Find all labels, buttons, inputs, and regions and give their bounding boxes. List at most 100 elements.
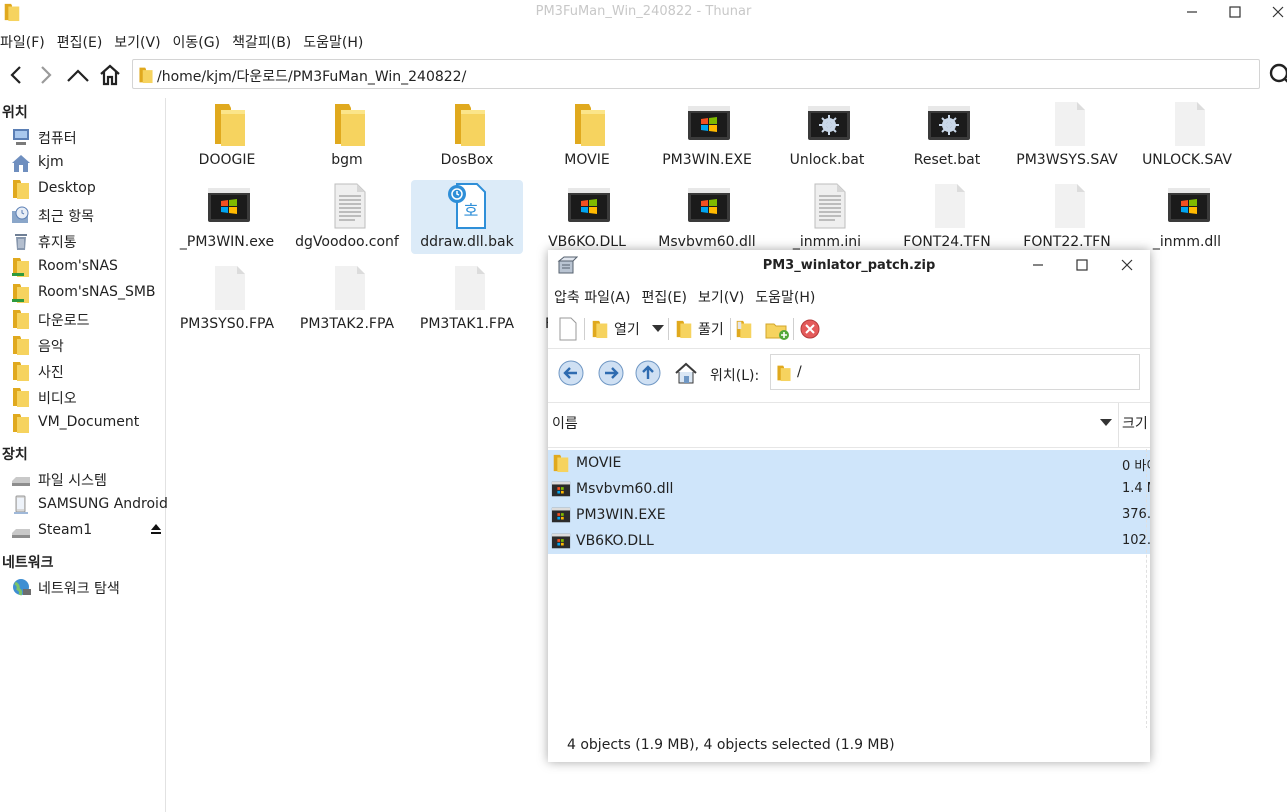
menu-edit[interactable]: 편집(E) — [57, 30, 109, 54]
archive-menu-view[interactable]: 보기(V) — [698, 287, 744, 307]
menu-go[interactable]: 이동(G) — [173, 30, 227, 54]
new-archive-button[interactable] — [558, 316, 578, 342]
file-item[interactable]: UNLOCK.SAV — [1131, 98, 1243, 172]
extract-button[interactable]: 풀기 — [674, 316, 724, 342]
folder-icon — [207, 100, 251, 148]
file-item[interactable]: _inmm.ini — [771, 180, 883, 254]
table-row[interactable]: MOVIE 0 바이트 — [548, 450, 1150, 476]
sidebar-item-roomsnas-smb[interactable]: Room'sNAS_SMB — [8, 281, 166, 305]
sidebar-item-videos[interactable]: 비디오 — [8, 385, 166, 409]
file-item[interactable]: PM3SYS0.FPA — [171, 262, 283, 336]
close-button[interactable] — [1264, 2, 1287, 22]
sidebar-item-music[interactable]: 음악 — [8, 333, 166, 357]
file-item[interactable]: FONT24.TFN — [891, 180, 1003, 254]
back-button[interactable] — [3, 62, 29, 88]
table-row[interactable]: Msvbvm60.dll 1.4 MB — [548, 476, 1150, 502]
folder-icon — [10, 309, 32, 329]
eject-icon[interactable] — [149, 522, 163, 536]
sidebar-item-downloads[interactable]: 다운로드 — [8, 307, 166, 331]
row-name: PM3WIN.EXE — [576, 507, 666, 523]
column-divider[interactable] — [1118, 403, 1119, 448]
sidebar-item-network-browse[interactable]: 네트워크 탐색 — [8, 575, 166, 599]
file-item[interactable]: DOOGIE — [171, 98, 283, 172]
sidebar-section-network: 네트워크 — [2, 555, 54, 571]
file-item[interactable]: _inmm.dll — [1131, 180, 1243, 254]
folder-icon — [10, 361, 32, 381]
up-button[interactable] — [65, 62, 91, 88]
menu-file[interactable]: 파일(F) — [0, 30, 51, 54]
up-arrow-icon[interactable] — [634, 359, 662, 387]
sidebar-item-desktop[interactable]: Desktop — [8, 177, 166, 201]
sidebar-item-samsung-android[interactable]: SAMSUNG Android — [8, 493, 168, 517]
archive-maximize-button[interactable] — [1070, 254, 1094, 276]
file-item[interactable]: MOVIE — [531, 98, 643, 172]
sidebar-item-vm-document[interactable]: VM_Document — [8, 411, 166, 435]
sidebar-item-label: 네트워크 탐색 — [38, 581, 120, 597]
file-item[interactable]: Msvbvm60.dll — [651, 180, 763, 254]
stop-button[interactable] — [799, 316, 821, 342]
file-item[interactable]: PM3TAK1.FPA — [411, 262, 523, 336]
add-files-button[interactable] — [734, 316, 754, 342]
location-bar[interactable]: /home/kjm/다운로드/PM3FuMan_Win_240822/ — [132, 59, 1260, 89]
sidebar-item-roomsnas[interactable]: Room'sNAS — [8, 255, 166, 279]
sidebar-item-label: 컴퓨터 — [38, 131, 77, 147]
file-name: UNLOCK.SAV — [1142, 152, 1232, 168]
forward-button[interactable] — [33, 62, 59, 88]
sidebar-item-label: kjm — [38, 154, 64, 170]
archive-file-list: 이름 크기 MOVIE 0 바이트 Msvbvm60.dll 1.4 MB PM… — [548, 402, 1150, 728]
archive-menu-help[interactable]: 도움말(H) — [755, 287, 815, 307]
file-item[interactable]: VB6KO.DLL — [531, 180, 643, 254]
toolbar-separator — [793, 318, 794, 340]
table-row[interactable]: PM3WIN.EXE 376.9 kB — [548, 502, 1150, 528]
archive-minimize-button[interactable] — [1026, 254, 1050, 276]
sort-descending-icon[interactable] — [1100, 419, 1112, 427]
file-name: MOVIE — [564, 152, 610, 168]
archive-menu-archive[interactable]: 압축 파일(A) — [554, 287, 630, 307]
exe-icon — [687, 100, 731, 148]
file-item[interactable]: Reset.bat — [891, 98, 1003, 172]
file-item[interactable]: bgm — [291, 98, 403, 172]
open-archive-button[interactable]: 열기 — [590, 316, 664, 342]
sidebar-item-pictures[interactable]: 사진 — [8, 359, 166, 383]
window-titlebar[interactable]: PM3FuMan_Win_240822 - Thunar — [0, 0, 1287, 26]
column-header-name[interactable]: 이름 — [552, 413, 578, 433]
file-item-selected[interactable]: ddraw.dll.bak — [411, 180, 523, 254]
sidebar-item-recent[interactable]: 최근 항목 — [8, 203, 166, 227]
sidebar-item-home[interactable]: kjm — [8, 151, 166, 175]
forward-arrow-icon[interactable] — [597, 359, 625, 387]
sidebar: 위치 컴퓨터 kjm Desktop 최근 항목 휴지통 Room'sNAS R… — [0, 98, 168, 812]
file-item[interactable]: PM3TAK2.FPA — [291, 262, 403, 336]
file-item[interactable]: dgVoodoo.conf — [291, 180, 403, 254]
exe-icon — [687, 182, 731, 230]
sidebar-item-steam1[interactable]: Steam1 — [8, 519, 166, 543]
file-item[interactable]: _PM3WIN.exe — [171, 180, 283, 254]
sidebar-item-label: Room'sNAS — [38, 258, 118, 274]
file-item[interactable]: FONT22.TFN — [1011, 180, 1123, 254]
column-header-size[interactable]: 크기 — [1122, 413, 1148, 433]
archive-location-field[interactable]: / — [770, 354, 1140, 390]
file-item[interactable]: PM3WSYS.SAV — [1011, 98, 1123, 172]
home-icon[interactable] — [672, 359, 700, 387]
file-item[interactable]: DosBox — [411, 98, 523, 172]
file-item[interactable]: Unlock.bat — [771, 98, 883, 172]
minimize-button[interactable] — [1178, 2, 1206, 22]
back-arrow-icon[interactable] — [557, 359, 585, 387]
file-item[interactable]: PM3WIN.EXE — [651, 98, 763, 172]
menu-help[interactable]: 도움말(H) — [303, 30, 369, 54]
add-folder-button[interactable] — [764, 316, 790, 342]
home-button[interactable] — [97, 62, 123, 88]
archive-menu-edit[interactable]: 편집(E) — [641, 287, 687, 307]
archive-close-button[interactable] — [1115, 254, 1139, 276]
file-name: Reset.bat — [913, 152, 981, 168]
sidebar-item-filesystem[interactable]: 파일 시스템 — [8, 467, 166, 491]
search-icon[interactable] — [1266, 60, 1287, 88]
bat-icon — [927, 100, 971, 148]
maximize-icon — [1076, 259, 1088, 271]
table-row[interactable]: VB6KO.DLL 102.3 kB — [548, 528, 1150, 554]
sidebar-item-trash[interactable]: 휴지통 — [8, 229, 166, 253]
menu-view[interactable]: 보기(V) — [114, 30, 166, 54]
menu-bookmarks[interactable]: 책갈피(B) — [232, 30, 297, 54]
archive-manager-window[interactable]: PM3_winlator_patch.zip 압축 파일(A) 편집(E) 보기… — [548, 250, 1150, 762]
sidebar-item-computer[interactable]: 컴퓨터 — [8, 125, 166, 149]
maximize-button[interactable] — [1221, 2, 1249, 22]
